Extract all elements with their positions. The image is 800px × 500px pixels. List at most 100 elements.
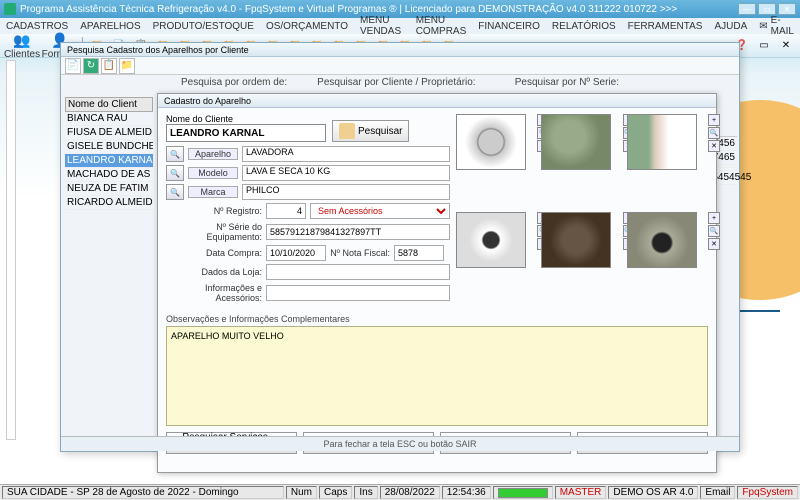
label-info-acess: Informações e Acessórios:	[166, 283, 262, 303]
statusbar: SUA CIDADE - SP 28 de Agosto de 2022 - D…	[0, 484, 800, 500]
sub-tool-new[interactable]: 📄	[65, 58, 81, 74]
client-item[interactable]: MACHADO DE AS	[65, 168, 153, 182]
client-list: Nome do Client BIANCA RAU FIUSA DE ALMEI…	[65, 97, 153, 210]
dropdown-acessorios[interactable]: Sem Acessórios	[310, 203, 450, 219]
photo-add-icon[interactable]: +	[708, 212, 720, 224]
search-person-icon	[339, 123, 355, 139]
status-fpq[interactable]: FpqSystem	[737, 486, 798, 499]
label-nota-fiscal: Nº Nota Fiscal:	[330, 248, 390, 258]
photo-zoom-icon[interactable]: 🔍	[708, 127, 720, 139]
dialog-title: Cadastro do Aparelho	[158, 94, 716, 108]
status-date: 28/08/2022	[380, 486, 440, 499]
value-aparelho: LAVADORA	[242, 146, 450, 162]
appliance-photo-5[interactable]	[541, 212, 611, 268]
footer-hint: Para fechar a tela ESC ou botão SAIR	[61, 436, 739, 451]
label-cliente: Pesquisar por Cliente / Proprietário:	[317, 77, 475, 88]
appliance-photo-4[interactable]	[456, 212, 526, 268]
main-menubar: CADASTROS APARELHOS PRODUTO/ESTOQUE OS/O…	[0, 18, 800, 34]
label-serie: Nº Série do Equipamento:	[166, 222, 262, 242]
app-title: Programa Assistência Técnica Refrigeraçã…	[20, 4, 738, 15]
status-caps: Caps	[319, 486, 352, 499]
client-item[interactable]: NEUZA DE FATIM	[65, 182, 153, 196]
form-left: Nome do Cliente Pesquisar 🔍 Aparelho LAV…	[166, 114, 450, 306]
client-item-selected[interactable]: LEANDRO KARNA	[65, 154, 153, 168]
photo-zoom-icon[interactable]: 🔍	[708, 225, 720, 237]
label-marca: Marca	[188, 186, 238, 198]
label-observacoes: Observações e Informações Complementares	[158, 312, 716, 326]
left-gutter	[6, 60, 16, 440]
lookup-modelo[interactable]: 🔍	[166, 165, 184, 181]
search-labels-row: Pesquisa por ordem de: Pesquisar por Cli…	[61, 75, 739, 90]
status-progress	[493, 486, 553, 499]
menu-compras[interactable]: MENU COMPRAS	[416, 15, 467, 37]
photo-add-icon[interactable]: +	[708, 114, 720, 126]
input-data-compra[interactable]	[266, 245, 326, 261]
input-info-acess[interactable]	[266, 285, 450, 301]
maximize-button[interactable]: ▭	[758, 3, 776, 15]
label-data-compra: Data Compra:	[166, 248, 262, 258]
status-demo: DEMO OS AR 4.0	[608, 486, 698, 499]
menu-ajuda[interactable]: AJUDA	[714, 21, 747, 32]
menu-financeiro[interactable]: FINANCEIRO	[478, 21, 540, 32]
menu-vendas[interactable]: MENU VENDAS	[360, 15, 404, 37]
toolbar-clientes[interactable]: 👥Clientes	[4, 32, 40, 60]
label-dados-loja: Dados da Loja:	[166, 267, 262, 277]
appliance-dialog: Cadastro do Aparelho Nome do Cliente Pes…	[157, 93, 717, 473]
photo-del-icon[interactable]: ✕	[708, 140, 720, 152]
client-item[interactable]: GISELE BUNDCHE	[65, 140, 153, 154]
sub-tool-3[interactable]: 📋	[101, 58, 117, 74]
input-registro[interactable]	[266, 203, 306, 219]
close-button[interactable]: ✕	[778, 3, 796, 15]
toolbar-close-icon[interactable]: ✕	[776, 36, 796, 56]
status-master: MASTER	[555, 486, 607, 499]
appliance-photo-1[interactable]	[456, 114, 526, 170]
toolbar-window-icon[interactable]: ▭	[754, 36, 774, 56]
client-item[interactable]: FIUSA DE ALMEID	[65, 126, 153, 140]
appliance-photo-3[interactable]	[627, 114, 697, 170]
label-serie: Pesquisar por Nº Serie:	[515, 77, 619, 88]
minimize-button[interactable]: —	[738, 3, 756, 15]
background-line	[740, 310, 780, 312]
appliance-photo-6[interactable]	[627, 212, 697, 268]
client-list-header: Nome do Client	[65, 97, 153, 112]
menu-os[interactable]: OS/ORÇAMENTO	[266, 21, 348, 32]
menu-relatorios[interactable]: RELATÓRIOS	[552, 21, 616, 32]
photo-del-icon[interactable]: ✕	[708, 238, 720, 250]
window-controls: — ▭ ✕	[738, 3, 796, 15]
appliance-photo-2[interactable]	[541, 114, 611, 170]
label-modelo: Modelo	[188, 167, 238, 179]
menu-produto[interactable]: PRODUTO/ESTOQUE	[153, 21, 254, 32]
search-window: Pesquisa Cadastro dos Aparelhos por Clie…	[60, 42, 740, 452]
lookup-aparelho[interactable]: 🔍	[166, 146, 184, 162]
label-aparelho: Aparelho	[188, 148, 238, 160]
menu-ferramentas[interactable]: FERRAMENTAS	[628, 21, 703, 32]
input-dados-loja[interactable]	[266, 264, 450, 280]
menu-cadastros[interactable]: CADASTROS	[6, 21, 68, 32]
value-modelo: LAVA E SECA 10 KG	[242, 165, 450, 181]
textarea-observacoes[interactable]: APARELHO MUITO VELHO	[166, 326, 708, 426]
input-nota-fiscal[interactable]	[394, 245, 444, 261]
input-nome-cliente[interactable]	[166, 124, 326, 142]
client-item[interactable]: RICARDO ALMEID	[65, 196, 153, 210]
form-area: Nome do Cliente Pesquisar 🔍 Aparelho LAV…	[158, 108, 716, 312]
status-email[interactable]: Email	[700, 486, 735, 499]
label-ordem: Pesquisa por ordem de:	[181, 77, 287, 88]
input-serie[interactable]	[266, 224, 450, 240]
progress-bar	[498, 488, 548, 498]
lookup-marca[interactable]: 🔍	[166, 184, 184, 200]
status-num: Num	[286, 486, 317, 499]
photo-grid: +🔍✕ +🔍✕ +🔍✕ +🔍✕ +🔍✕ +🔍✕	[456, 114, 708, 306]
status-ins: Ins	[354, 486, 377, 499]
value-marca: PHILCO	[242, 184, 450, 200]
label-nome-cliente: Nome do Cliente	[166, 114, 326, 124]
sub-tool-refresh[interactable]: ↻	[83, 58, 99, 74]
label-registro: Nº Registro:	[166, 206, 262, 216]
pesquisar-button[interactable]: Pesquisar	[332, 120, 409, 142]
search-window-title: Pesquisa Cadastro dos Aparelhos por Clie…	[61, 43, 739, 57]
client-item[interactable]: BIANCA RAU	[65, 112, 153, 126]
sub-tool-4[interactable]: 📁	[119, 58, 135, 74]
menu-email[interactable]: ✉ E-MAIL	[759, 15, 794, 37]
app-icon	[4, 3, 16, 15]
status-time: 12:54:36	[442, 486, 491, 499]
menu-aparelhos[interactable]: APARELHOS	[80, 21, 140, 32]
